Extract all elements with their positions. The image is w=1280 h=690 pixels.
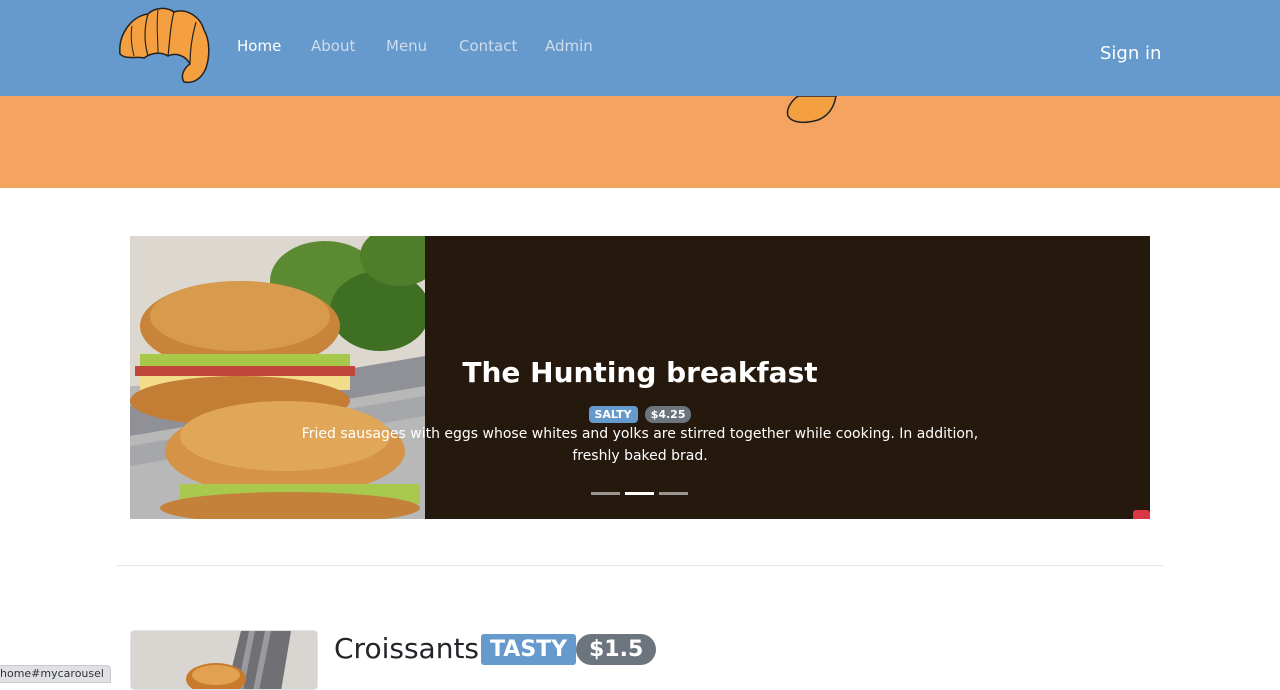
nav-home[interactable]: Home — [237, 37, 281, 55]
carousel-indicator-3[interactable] — [659, 492, 688, 495]
sign-in-link[interactable]: Sign in — [1100, 43, 1161, 64]
link-status-bar: home#mycarousel — [0, 665, 111, 683]
product-thumbnail[interactable] — [130, 630, 318, 690]
carousel-indicator-2[interactable] — [625, 492, 654, 495]
croissant-logo-icon[interactable] — [114, 6, 212, 86]
carousel-badges: SALTY $4.25 — [130, 403, 1150, 423]
croissant-mascot-icon — [786, 96, 837, 124]
croissant-thumbnail-image — [131, 631, 317, 689]
product-tag-badge: TASTY — [481, 634, 577, 665]
notification-corner-badge[interactable] — [1133, 510, 1150, 519]
navbar: Home About Menu Contact Admin Sign in — [0, 0, 1280, 96]
nav-about[interactable]: About — [311, 37, 355, 55]
carousel-indicator-1[interactable] — [591, 492, 620, 495]
hero-banner — [0, 96, 1280, 188]
nav-admin[interactable]: Admin — [545, 37, 593, 55]
section-divider — [117, 565, 1163, 566]
carousel-title: The Hunting breakfast — [462, 356, 818, 389]
carousel-tag-badge: SALTY — [588, 406, 638, 423]
carousel[interactable]: The Hunting breakfast SALTY $4.25 Fried … — [130, 236, 1150, 519]
product-title: Croissants — [334, 632, 480, 665]
nav-menu[interactable]: Menu — [386, 37, 427, 55]
carousel-price-badge: $4.25 — [644, 406, 692, 423]
carousel-description: Fried sausages with eggs whose whites an… — [301, 426, 979, 464]
carousel-caption: The Hunting breakfast SALTY $4.25 Fried … — [130, 236, 1150, 519]
nav-contact[interactable]: Contact — [459, 37, 517, 55]
product-price-badge: $1.5 — [576, 634, 657, 665]
